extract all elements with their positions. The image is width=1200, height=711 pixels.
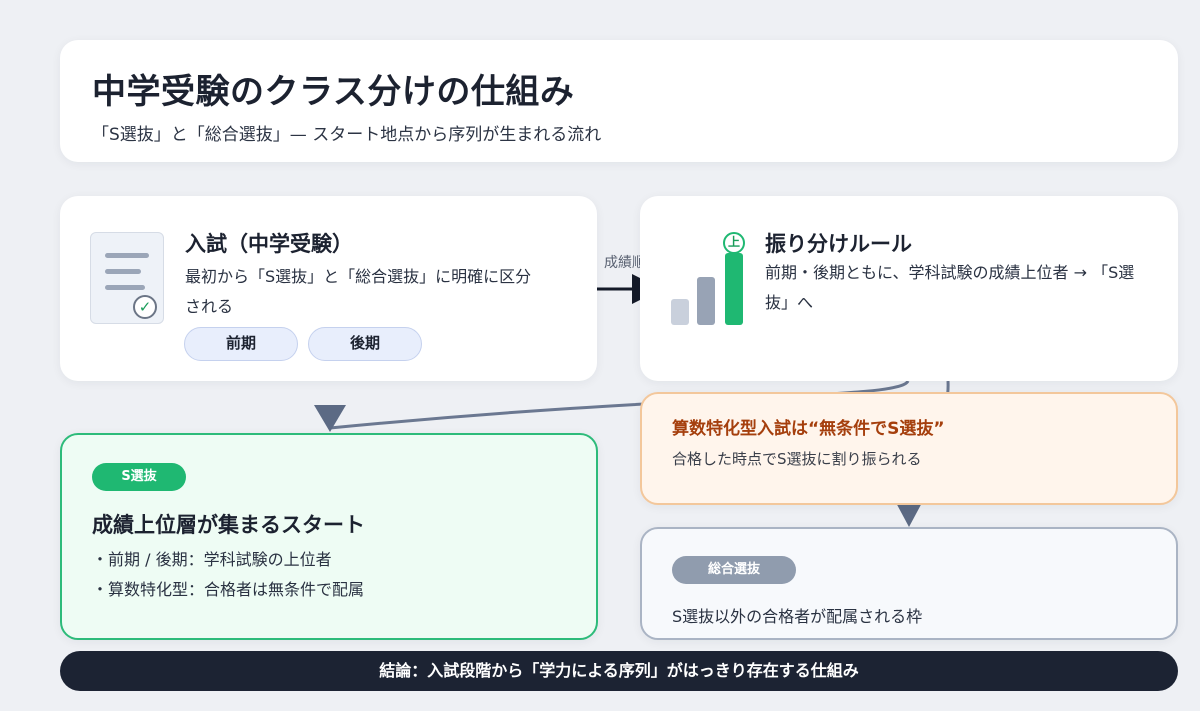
- math-special-title: 算数特化型入試は“無条件でS選抜”: [672, 419, 945, 439]
- doc-line: [105, 285, 145, 290]
- s-class-tag: S選抜: [92, 463, 186, 491]
- s-class-card: S選抜 成績上位層が集まるスタート ・前期 / 後期：学科試験の上位者 ・算数特…: [60, 433, 598, 640]
- header-card: 中学受験のクラス分けの仕組み 「S選抜」と「総合選抜」— スタート地点から序列が…: [60, 40, 1178, 162]
- exam-card: ✓ 入試（中学受験） 最初から「S選抜」と「総合選抜」に明確に区分される 前期 …: [60, 196, 597, 381]
- rising-bars-icon: [671, 299, 689, 325]
- arrow-down-icon: [314, 405, 346, 432]
- rule-title: 振り分けルール: [765, 232, 912, 256]
- up-badge-icon: 上: [723, 232, 745, 254]
- page-title: 中学受験のクラス分けの仕組み: [92, 72, 575, 112]
- general-class-card: 総合選抜 S選抜以外の合格者が配属される枠: [640, 527, 1178, 640]
- bar-high: [725, 253, 743, 325]
- exam-description: 最初から「S選抜」と「総合選抜」に明確に区分される: [185, 267, 532, 316]
- general-class-description: S選抜以外の合格者が配属される枠: [672, 607, 923, 626]
- pill-kouki: 後期: [308, 327, 422, 361]
- conclusion-bar: 結論：入試段階から「学力による序列」がはっきり存在する仕組み: [60, 651, 1178, 691]
- list-item: ・前期 / 後期：学科試験の上位者: [92, 550, 332, 569]
- doc-line: [105, 269, 141, 274]
- bar-mid: [697, 277, 715, 325]
- document-check-icon: ✓: [90, 232, 164, 324]
- math-special-card: 算数特化型入試は“無条件でS選抜” 合格した時点でS選抜に割り振られる: [640, 392, 1178, 505]
- s-class-bullets: ・前期 / 後期：学科試験の上位者 ・算数特化型：合格者は無条件で配属: [92, 545, 364, 605]
- doc-line: [105, 253, 149, 258]
- list-item: ・算数特化型：合格者は無条件で配属: [92, 580, 365, 599]
- exam-title: 入試（中学受験）: [185, 232, 353, 256]
- general-class-tag: 総合選抜: [672, 556, 796, 584]
- math-special-description: 合格した時点でS選抜に割り振られる: [672, 450, 922, 468]
- page-subtitle: 「S選抜」と「総合選抜」— スタート地点から序列が生まれる流れ: [92, 125, 602, 145]
- pill-zenki: 前期: [184, 327, 298, 361]
- rule-card: 上 振り分けルール 前期・後期ともに、学科試験の成績上位者 → 「S選抜」へ: [640, 196, 1178, 381]
- s-class-title: 成績上位層が集まるスタート: [92, 513, 365, 537]
- rule-description: 前期・後期ともに、学科試験の成績上位者 → 「S選抜」へ: [765, 263, 1135, 312]
- check-icon: ✓: [133, 295, 157, 319]
